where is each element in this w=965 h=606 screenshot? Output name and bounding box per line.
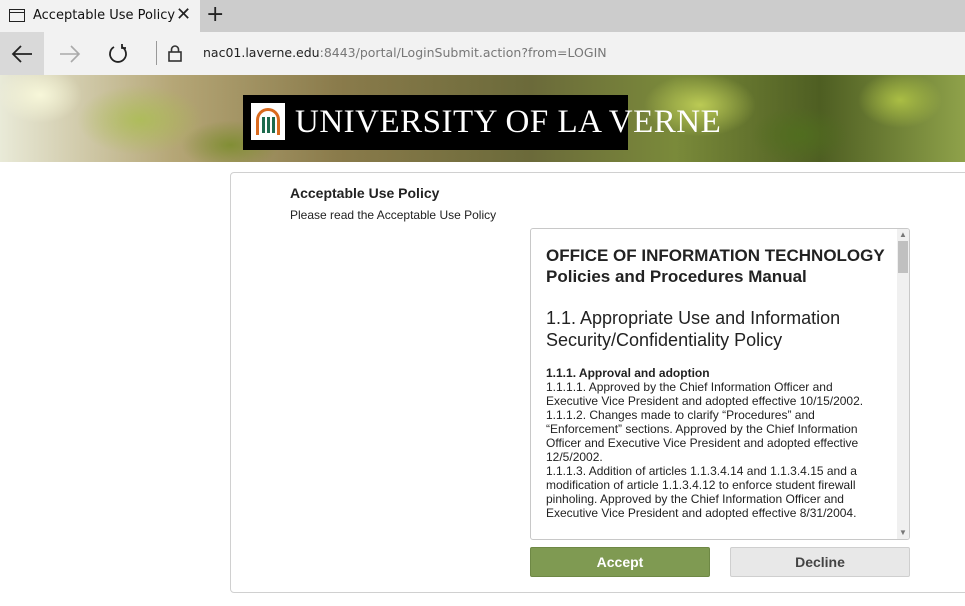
refresh-icon	[109, 43, 127, 63]
url-host: nac01.laverne.edu	[203, 45, 320, 60]
policy-content: OFFICE OF INFORMATION TECHNOLOGY Policie…	[546, 245, 886, 520]
seal-icon	[251, 103, 285, 140]
scroll-thumb[interactable]	[898, 241, 908, 273]
address-bar[interactable]: nac01.laverne.edu:8443/portal/LoginSubmi…	[203, 45, 607, 60]
tab-bar: Acceptable Use Policy ✕ +	[0, 0, 965, 32]
back-button[interactable]	[0, 32, 44, 75]
decline-button[interactable]: Decline	[730, 547, 910, 577]
university-logo: UNIVERSITY OF LA VERNE	[243, 95, 721, 150]
logo-text: UNIVERSITY OF LA VERNE	[295, 104, 722, 140]
arrow-left-icon	[11, 44, 32, 63]
browser-tab[interactable]: Acceptable Use Policy ✕	[0, 0, 200, 32]
policy-title: OFFICE OF INFORMATION TECHNOLOGY	[546, 246, 885, 265]
policy-item: 1.1.1.2. Changes made to clarify “Proced…	[546, 408, 859, 464]
refresh-button[interactable]	[96, 32, 140, 75]
header-banner: UNIVERSITY OF LA VERNE	[0, 75, 965, 162]
policy-subsection-heading: 1.1.1. Approval and adoption	[546, 366, 710, 380]
lock-icon	[168, 45, 182, 62]
nav-separator	[156, 41, 157, 65]
tab-title: Acceptable Use Policy	[33, 8, 176, 23]
policy-item: 1.1.1.3. Addition of articles 1.1.3.4.14…	[546, 464, 857, 520]
forward-button[interactable]	[48, 32, 92, 75]
policy-scroll-box[interactable]: OFFICE OF INFORMATION TECHNOLOGY Policie…	[530, 228, 910, 540]
scrollbar[interactable]: ▲ ▼	[897, 229, 909, 539]
arrow-right-icon	[60, 44, 81, 63]
accept-button[interactable]: Accept	[530, 547, 710, 577]
page-title: Acceptable Use Policy	[290, 185, 440, 201]
navigation-bar: nac01.laverne.edu:8443/portal/LoginSubmi…	[0, 32, 965, 75]
scroll-down-icon[interactable]: ▼	[899, 529, 907, 537]
policy-section-heading: 1.1. Appropriate Use and Information Sec…	[546, 308, 841, 350]
page-icon	[9, 9, 25, 22]
page-subtitle: Please read the Acceptable Use Policy	[290, 208, 497, 222]
scroll-up-icon[interactable]: ▲	[899, 231, 907, 239]
policy-panel: Acceptable Use Policy Please read the Ac…	[230, 172, 965, 593]
policy-subtitle: Policies and Procedures Manual	[546, 267, 807, 286]
url-path: :8443/portal/LoginSubmit.action?from=LOG…	[319, 45, 607, 60]
close-icon[interactable]: ✕	[176, 5, 191, 25]
policy-item: 1.1.1.1. Approved by the Chief Informati…	[546, 380, 864, 408]
new-tab-icon[interactable]: +	[206, 3, 224, 27]
